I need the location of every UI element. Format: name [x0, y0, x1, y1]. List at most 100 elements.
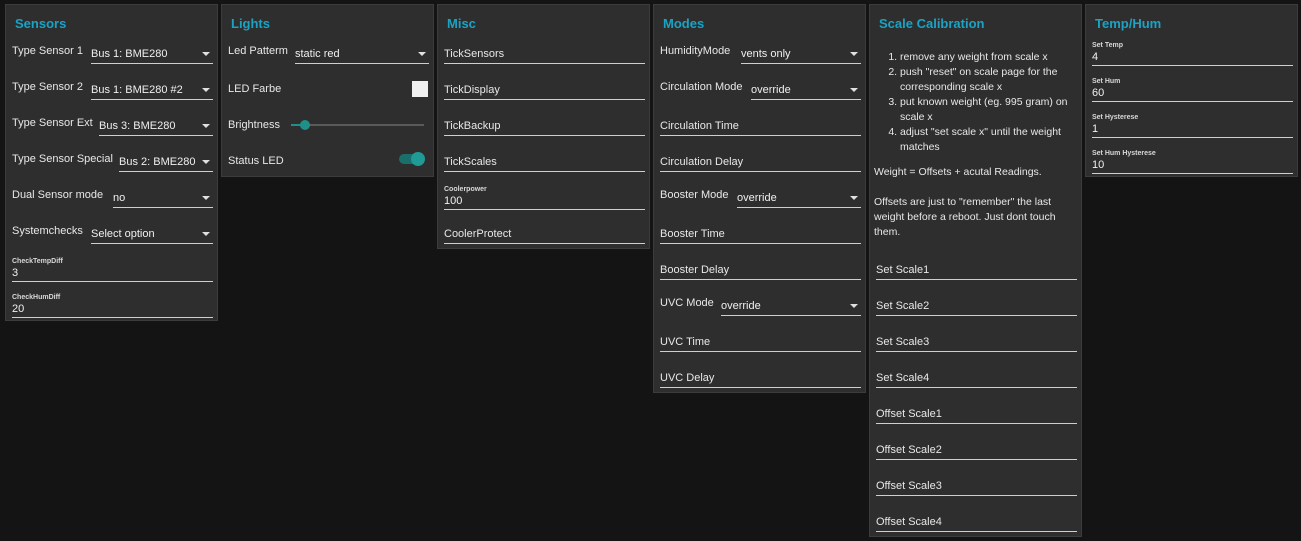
offset-scale1-field[interactable]: Offset Scale1 — [876, 401, 1077, 424]
set-scale1-field[interactable]: Set Scale1 — [876, 257, 1077, 280]
booster-mode-label: Booster Mode — [660, 189, 729, 201]
booster-mode-select[interactable]: override — [737, 187, 861, 208]
dual-sensor-mode-label: Dual Sensor mode — [12, 189, 104, 201]
circulation-mode-label: Circulation Mode — [660, 81, 743, 93]
circulation-delay-field[interactable]: Circulation Delay — [660, 149, 861, 172]
slider-thumb[interactable] — [300, 120, 310, 130]
field-value: 10 — [1092, 159, 1105, 171]
step-item: put known weight (eg. 995 gram) on scale… — [900, 95, 1079, 125]
led-color-label: LED Farbe — [228, 83, 282, 95]
set-hum-field[interactable]: Set Hum 60 — [1092, 78, 1293, 102]
set-scale3-field[interactable]: Set Scale3 — [876, 329, 1077, 352]
select-value: override — [751, 84, 791, 96]
set-temp-field[interactable]: Set Temp 4 — [1092, 42, 1293, 66]
led-pattern-select[interactable]: static red — [295, 43, 429, 64]
field-label: CheckTempDiff — [12, 258, 63, 265]
field-placeholder: Set Scale2 — [876, 300, 930, 312]
tick-scales-field[interactable]: TickScales — [444, 149, 645, 172]
offset-scale4-field[interactable]: Offset Scale4 — [876, 509, 1077, 532]
status-led-toggle[interactable] — [399, 152, 425, 166]
offsets-note: Offsets are just to "remember" the last … — [874, 196, 1056, 238]
step-item: remove any weight from scale x — [900, 50, 1079, 65]
type-sensor-2-select[interactable]: Bus 1: BME280 #2 — [91, 79, 213, 100]
led-color-swatch[interactable] — [412, 81, 428, 97]
field-label: Set Hum — [1092, 78, 1121, 85]
chevron-down-icon — [850, 304, 858, 308]
uvc-delay-field[interactable]: UVC Delay — [660, 365, 861, 388]
uvc-time-field[interactable]: UVC Time — [660, 329, 861, 352]
chevron-down-icon — [850, 88, 858, 92]
booster-time-field[interactable]: Booster Time — [660, 221, 861, 244]
brightness-slider[interactable] — [291, 119, 424, 131]
type-sensor-2-label: Type Sensor 2 — [12, 81, 83, 93]
tick-backup-field[interactable]: TickBackup — [444, 113, 645, 136]
field-placeholder: Set Scale3 — [876, 336, 930, 348]
set-scale4-field[interactable]: Set Scale4 — [876, 365, 1077, 388]
field-placeholder: TickSensors — [444, 48, 505, 60]
card-title: Sensors — [15, 16, 67, 31]
tick-sensors-field[interactable]: TickSensors — [444, 41, 645, 64]
step-item: adjust "set scale x" until the weight ma… — [900, 125, 1079, 155]
systemchecks-select[interactable]: Select option — [91, 223, 213, 244]
type-sensor-ext-select[interactable]: Bus 3: BME280 — [99, 115, 213, 136]
chevron-down-icon — [202, 52, 210, 56]
field-value: 4 — [1092, 51, 1099, 63]
status-led-label: Status LED — [228, 155, 284, 167]
step-item: push "reset" on scale page for the corre… — [900, 65, 1079, 95]
field-placeholder: UVC Delay — [660, 372, 715, 384]
field-label: CheckHumDiff — [12, 294, 61, 301]
tick-display-field[interactable]: TickDisplay — [444, 77, 645, 100]
coolerpower-field[interactable]: Coolerpower 100 — [444, 186, 645, 210]
select-value: Bus 2: BME280 — [119, 156, 196, 168]
field-placeholder: TickScales — [444, 156, 497, 168]
set-hysterese-field[interactable]: Set Hysterese 1 — [1092, 114, 1293, 138]
slider-track — [291, 124, 424, 126]
humidity-mode-select[interactable]: vents only — [741, 43, 861, 64]
select-value: vents only — [741, 48, 791, 60]
field-value: 100 — [444, 195, 463, 207]
field-placeholder: Circulation Time — [660, 120, 739, 132]
type-sensor-1-label: Type Sensor 1 — [12, 45, 83, 57]
field-placeholder: Circulation Delay — [660, 156, 744, 168]
select-value: override — [721, 300, 761, 312]
circulation-mode-select[interactable]: override — [751, 79, 861, 100]
modes-card: Modes HumidityMode vents only Circulatio… — [653, 4, 866, 393]
card-title: Misc — [447, 16, 476, 31]
select-value: Bus 3: BME280 — [99, 120, 176, 132]
card-title: Temp/Hum — [1095, 16, 1162, 31]
chevron-down-icon — [202, 160, 210, 164]
field-value: 20 — [12, 303, 25, 315]
instructions: remove any weight from scale x push "res… — [874, 50, 1079, 155]
sensors-card: Sensors Type Sensor 1 Bus 1: BME280 Type… — [5, 4, 218, 321]
type-sensor-1-select[interactable]: Bus 1: BME280 — [91, 43, 213, 64]
set-scale2-field[interactable]: Set Scale2 — [876, 293, 1077, 316]
select-value: override — [737, 192, 777, 204]
check-temp-diff-field[interactable]: CheckTempDiff 3 — [12, 258, 213, 282]
offset-scale2-field[interactable]: Offset Scale2 — [876, 437, 1077, 460]
chevron-down-icon — [418, 52, 426, 56]
field-label: Set Temp — [1092, 42, 1123, 49]
circulation-time-field[interactable]: Circulation Time — [660, 113, 861, 136]
systemchecks-label: Systemchecks — [12, 225, 83, 237]
dual-sensor-mode-select[interactable]: no — [113, 187, 213, 208]
select-value: Bus 1: BME280 #2 — [91, 84, 183, 96]
set-hum-hysterese-field[interactable]: Set Hum Hysterese 10 — [1092, 150, 1293, 174]
scale-calibration-card: Scale Calibration remove any weight from… — [869, 4, 1082, 537]
check-hum-diff-field[interactable]: CheckHumDiff 20 — [12, 294, 213, 318]
field-value: 3 — [12, 267, 19, 279]
offset-scale3-field[interactable]: Offset Scale3 — [876, 473, 1077, 496]
type-sensor-ext-label: Type Sensor Ext — [12, 117, 93, 129]
booster-delay-field[interactable]: Booster Delay — [660, 257, 861, 280]
field-placeholder: UVC Time — [660, 336, 711, 348]
select-value: Bus 1: BME280 — [91, 48, 168, 60]
uvc-mode-select[interactable]: override — [721, 295, 861, 316]
type-sensor-special-select[interactable]: Bus 2: BME280 — [119, 151, 213, 172]
field-value: 1 — [1092, 123, 1099, 135]
chevron-down-icon — [202, 232, 210, 236]
type-sensor-special-label: Type Sensor Special — [12, 153, 113, 165]
cooler-protect-field[interactable]: CoolerProtect — [444, 221, 645, 244]
uvc-mode-label: UVC Mode — [660, 297, 714, 309]
field-placeholder: TickBackup — [444, 120, 501, 132]
chevron-down-icon — [202, 124, 210, 128]
card-title: Scale Calibration — [879, 16, 985, 31]
